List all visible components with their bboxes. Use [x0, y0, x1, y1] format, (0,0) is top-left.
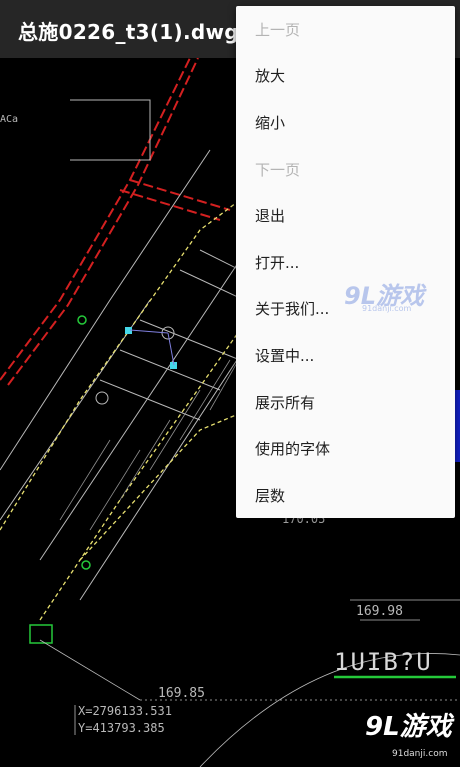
overflow-menu: 上一页 放大 缩小 下一页 退出 打开... 关于我们... 设置中... 展示… — [236, 6, 455, 518]
menu-item-exit[interactable]: 退出 — [236, 192, 455, 239]
menu-item-fonts-used[interactable]: 使用的字体 — [236, 425, 455, 472]
menu-item-settings[interactable]: 设置中... — [236, 332, 455, 379]
menu-item-zoom-out[interactable]: 缩小 — [236, 99, 455, 146]
menu-item-label: 设置中... — [255, 346, 315, 365]
menu-item-label: 上一页 — [255, 20, 301, 39]
watermark-url-bottom: 91danji.com — [392, 749, 448, 759]
menu-item-label: 打开... — [255, 253, 300, 272]
menu-item-show-all[interactable]: 展示所有 — [236, 379, 455, 426]
cad-block-text: 1UIB?U — [334, 648, 433, 676]
cad-label-small: ACa — [0, 114, 19, 125]
watermark-url: 91danji.com — [362, 304, 412, 313]
menu-item-next-page[interactable]: 下一页 — [236, 146, 455, 193]
menu-item-label: 缩小 — [255, 113, 286, 132]
menu-item-label: 展示所有 — [255, 393, 316, 412]
dimension-label-3: 169.85 — [158, 686, 205, 701]
side-panel-edge — [455, 390, 460, 462]
menu-item-label: 退出 — [255, 207, 286, 226]
menu-item-label: 层数 — [255, 486, 286, 505]
coordinate-x: X=2796133.531 — [78, 704, 172, 718]
menu-item-label: 放大 — [255, 67, 286, 86]
file-title: 总施0226_t3(1).dwg — [18, 20, 239, 44]
menu-item-zoom-in[interactable]: 放大 — [236, 53, 455, 100]
dimension-label-2: 169.98 — [356, 604, 403, 619]
menu-item-label: 下一页 — [255, 160, 301, 179]
menu-item-layers[interactable]: 层数 — [236, 472, 455, 519]
menu-item-label: 关于我们... — [255, 300, 330, 319]
watermark-brand-bottom: 9L游戏 — [365, 712, 452, 742]
menu-item-previous-page[interactable]: 上一页 — [236, 6, 455, 53]
menu-item-label: 使用的字体 — [255, 440, 331, 459]
coordinate-y: Y=413793.385 — [78, 721, 165, 735]
